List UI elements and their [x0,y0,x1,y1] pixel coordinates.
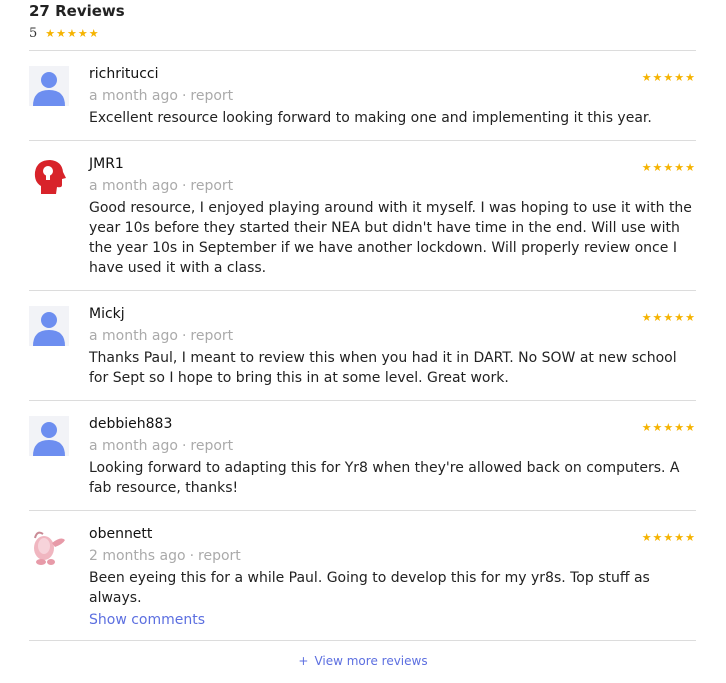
divider [29,140,696,141]
user-silhouette-icon[interactable] [29,416,69,456]
review-author[interactable]: Mickj [89,306,125,322]
report-link[interactable]: report [190,438,233,454]
review-meta: a month ago · report [89,88,233,104]
separator-dot: · [181,328,187,344]
overall-rating: 5 ★★★★★ [29,26,100,41]
review-text: Good resource, I enjoyed playing around … [89,200,692,276]
review-item: obennett ★★★★★ 2 months ago · report Been … [29,526,696,636]
review-meta: 2 months ago · report [89,548,241,564]
divider [29,640,696,641]
user-silhouette-icon[interactable] [29,306,69,346]
separator-dot: · [181,88,187,104]
review-stars: ★★★★★ [641,421,696,434]
review-author[interactable]: obennett [89,526,152,542]
review-text: Looking forward to adapting this for Yr8… [89,460,680,496]
review-time: a month ago [89,328,178,344]
divider [29,290,696,291]
separator-dot: · [189,548,195,564]
reviews-count-title: 27 Reviews [29,2,125,20]
user-silhouette-icon[interactable] [29,66,69,106]
separator-dot: · [181,178,187,194]
review-time: 2 months ago [89,548,186,564]
review-meta: a month ago · report [89,178,233,194]
review-time: a month ago [89,88,178,104]
divider [29,400,696,401]
divider [29,510,696,511]
review-time: a month ago [89,438,178,454]
lightbulb-head-icon[interactable] [29,156,69,196]
show-comments-link[interactable]: Show comments [89,612,205,628]
view-more-reviews-label: View more reviews [314,654,428,668]
report-link[interactable]: report [198,548,241,564]
review-text: Excellent resource looking forward to ma… [89,110,652,126]
review-stars: ★★★★★ [641,311,696,324]
review-stars: ★★★★★ [641,161,696,174]
plus-icon: + [298,654,309,668]
pink-creature-icon[interactable] [29,526,69,566]
review-author[interactable]: richritucci [89,66,159,82]
review-item: JMR1 ★★★★★ a month ago · report Good resou… [29,156,696,276]
review-item: debbieh883 ★★★★★ a month ago · report Look… [29,416,696,496]
review-meta: a month ago · report [89,328,233,344]
review-stars: ★★★★★ [641,531,696,544]
review-author[interactable]: JMR1 [89,156,124,172]
review-author[interactable]: debbieh883 [89,416,172,432]
review-stars: ★★★★★ [641,71,696,84]
report-link[interactable]: report [190,178,233,194]
overall-rating-value: 5 [29,26,38,41]
review-item: richritucci ★★★★★ a month ago · report Exc… [29,66,696,126]
review-text: Been eyeing this for a while Paul. Going… [89,570,650,606]
separator-dot: · [181,438,187,454]
review-text: Thanks Paul, I meant to review this when… [89,350,677,386]
divider [29,50,696,51]
overall-rating-stars: ★★★★★ [45,27,100,40]
report-link[interactable]: report [190,328,233,344]
view-more-reviews-button[interactable]: + View more reviews [0,654,726,668]
review-meta: a month ago · report [89,438,233,454]
report-link[interactable]: report [190,88,233,104]
review-item: Mickj ★★★★★ a month ago · report Thanks Pa… [29,306,696,386]
review-time: a month ago [89,178,178,194]
